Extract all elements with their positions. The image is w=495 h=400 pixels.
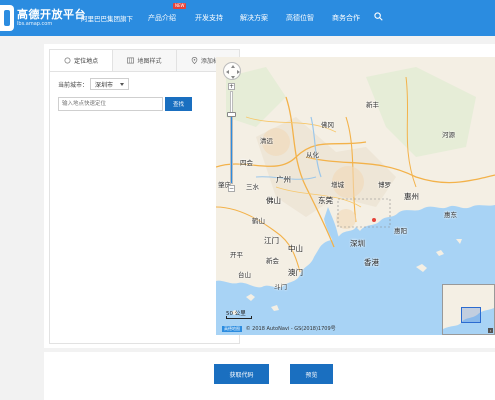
new-badge: NEW — [173, 3, 187, 9]
map-label-xinhui: 新会 — [266, 257, 279, 265]
collapse-overview-icon[interactable]: › — [488, 328, 493, 333]
map-label-fogang: 佛冈 — [321, 121, 334, 129]
pan-control[interactable] — [223, 62, 241, 80]
location-search-input[interactable] — [58, 97, 163, 111]
map-label-guangzhou: 广州 — [276, 175, 291, 184]
zoom-in-button[interactable]: + — [228, 83, 235, 90]
editor-panel: 定位地点 地图样式 添加标注 当前城市： 深圳市 查找 — [44, 44, 495, 348]
map-label-huidong: 惠东 — [444, 211, 457, 219]
city-label: 当前城市： — [58, 81, 89, 89]
scale-bar — [226, 316, 252, 319]
map-label-jiangmen: 江门 — [264, 236, 279, 245]
map-label-zengcheng: 增城 — [331, 181, 344, 189]
map-label-zhongshan: 中山 — [288, 244, 303, 253]
nav-item-solutions[interactable]: 解决方案 — [240, 13, 268, 23]
map-label-macau: 澳门 — [288, 268, 303, 277]
radio-icon — [64, 57, 71, 64]
copyright-text: © 2018 AutoNavi - GS(2018)1709号 — [245, 326, 336, 332]
map-label-sanshui: 三水 — [246, 183, 259, 191]
map-label-heshan: 鹤山 — [252, 217, 265, 225]
map-label-huizhou: 惠州 — [404, 192, 419, 201]
tab-locate-label: 定位地点 — [74, 58, 99, 65]
map-label-qingyuan: 清远 — [260, 137, 273, 145]
map-style-icon — [127, 57, 135, 64]
nav-item-business[interactable]: 商务合作 — [332, 13, 360, 23]
logo-subtitle: lbs.amap.com — [17, 21, 53, 27]
logo-icon — [0, 5, 14, 31]
city-select[interactable]: 深圳市 — [90, 78, 130, 90]
map-label-boluo: 博罗 — [378, 181, 391, 189]
marker-icon — [191, 57, 198, 64]
map-label-foshan: 佛山 — [266, 196, 281, 205]
map-label-kaiping: 开平 — [230, 251, 243, 259]
city-select-value: 深圳市 — [95, 81, 114, 89]
get-code-button[interactable]: 获取代码 — [214, 364, 269, 384]
map-label-conghua: 从化 — [306, 151, 319, 159]
action-bar: 获取代码 预览 — [44, 352, 495, 400]
site-logo[interactable]: 高德开放平台 lbs.amap.com — [0, 4, 86, 32]
tab-map-style[interactable]: 地图样式 — [113, 50, 177, 71]
settings-sidebar: 定位地点 地图样式 添加标注 当前城市： 深圳市 查找 — [49, 49, 240, 344]
chevron-down-icon — [120, 83, 125, 86]
overview-viewport[interactable] — [461, 307, 481, 323]
nav-item-dev-support[interactable]: 开发支持 — [195, 13, 223, 23]
zoom-slider-handle[interactable] — [227, 112, 236, 117]
nav-item-location-intel[interactable]: 高德位智 — [286, 13, 314, 23]
zoom-slider[interactable] — [230, 91, 233, 184]
zoom-out-button[interactable]: − — [228, 185, 235, 192]
map-label-huiyang: 惠阳 — [394, 227, 407, 235]
map-label-sihui: 四会 — [240, 159, 253, 167]
map-copyright: 高德地图 © 2018 AutoNavi - GS(2018)1709号 — [222, 325, 336, 332]
tab-locate[interactable]: 定位地点 — [50, 50, 114, 71]
overview-map[interactable]: › — [442, 284, 495, 335]
map-label-doumen: 斗门 — [274, 283, 287, 291]
search-icon[interactable] — [374, 12, 383, 21]
map-label-taishan: 台山 — [238, 271, 251, 279]
pan-arrows-icon — [226, 65, 240, 79]
zoom-level-fill — [231, 114, 232, 183]
tab-map-style-label: 地图样式 — [137, 58, 162, 65]
map-view[interactable]: 清远 河源 佛冈 新丰 广州 增城 博罗 惠州 东莞 佛山 江门 中山 深圳 香… — [216, 57, 495, 335]
top-navigation-bar: 高德开放平台 lbs.amap.com 阿里巴巴集团旗下 产品介绍 NEW 开发… — [0, 0, 495, 36]
amap-logo: 高德地图 — [222, 326, 242, 332]
map-label-xinfeng: 新丰 — [366, 101, 379, 109]
location-search-row: 查找 — [58, 97, 192, 111]
map-label-shenzhen: 深圳 — [350, 239, 365, 248]
logo-title: 高德开放平台 — [17, 8, 86, 21]
map-label-hongkong: 香港 — [364, 258, 379, 267]
city-row: 当前城市： 深圳市 — [58, 78, 130, 90]
preview-button[interactable]: 预览 — [290, 364, 333, 384]
map-label-heyuan: 河源 — [442, 131, 455, 139]
brand-tagline: 阿里巴巴集团旗下 — [81, 15, 133, 23]
nav-item-products[interactable]: 产品介绍 — [148, 13, 176, 23]
find-button[interactable]: 查找 — [165, 97, 192, 111]
map-label-dongguan: 东莞 — [318, 196, 333, 205]
sidebar-tabs: 定位地点 地图样式 添加标注 — [50, 50, 239, 72]
